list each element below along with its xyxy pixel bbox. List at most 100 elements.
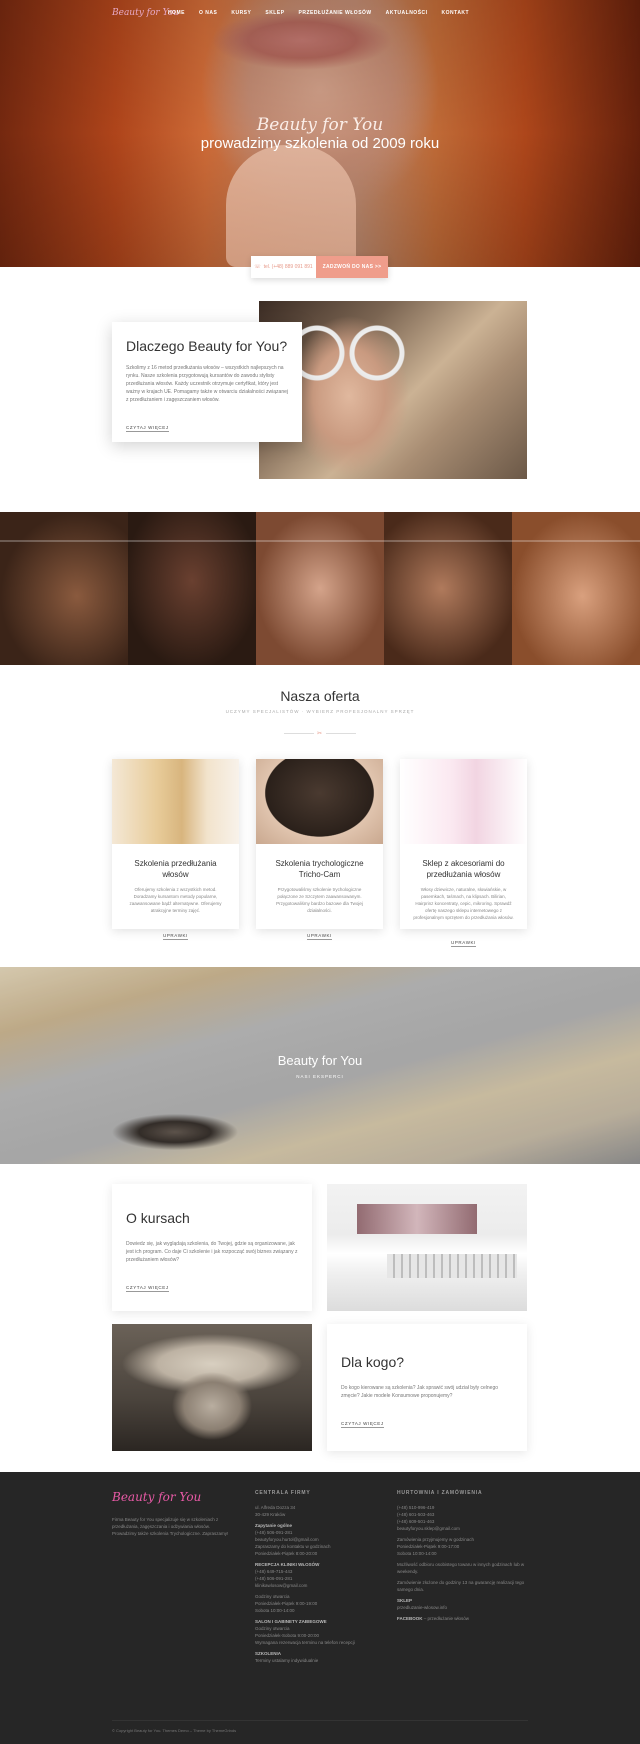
collage-photo-1 [0,512,128,665]
footer-salon-hours-label: Godziny otwarcia [255,1626,290,1631]
footer-training-note: Terminy ustalamy indywidualnie [255,1658,319,1663]
offer-more-link[interactable]: UPRAWKI [450,940,477,947]
footer-clinic-email[interactable]: klinikawlosow@gmail.com [255,1582,375,1589]
nav-item-home[interactable]: HOME [168,10,185,16]
collage-photo-2 [128,512,256,665]
footer-training-heading: SZKOLENIA [255,1651,282,1656]
footer-shop-heading: SKLEP [397,1598,413,1603]
footer-hq-heading: CENTRALA FIRMY [255,1490,311,1496]
offer-subtitle: UCZYMY SPECJALISTÓW · WYBIERZ PROFESJONA… [225,709,415,714]
courses-text: Dowiedz się, jak wyglądają szkolenia, do… [126,1241,298,1263]
footer-hq-general-heading: Zapytanie ogólne [255,1523,293,1528]
footer-facebook-link[interactable]: FACEBOOK – przedłużanie włosów [397,1615,527,1622]
scissors-icon: ✂ [317,731,323,737]
banner-title: Beauty for You [277,1053,363,1068]
offer-photo-shop [400,759,527,844]
footer-salon-heading: SALON I GABINETY ZABIEGOWE [255,1619,327,1624]
footer-shop-link[interactable]: przedluzanie-wlosow.info [397,1604,527,1611]
hero-script-title: Beauty for You [256,115,384,135]
footer-clinic-hours-2: Sobota 10:00-14:00 [255,1608,295,1613]
footer-orders-note: Zamówienia przyjmujemy w godzinach [397,1537,475,1542]
courses-read-more-link[interactable]: CZYTAJ WIĘCEJ [126,1285,169,1292]
footer-clinic-hours-1: Poniedziałek-Piątek 9:00-19:00 [255,1601,318,1606]
offer-card-extensions: Szkolenia przedłużania włosów Oferujemy … [112,759,239,940]
footer-wholesale-heading: HURTOWNIA I ZAMÓWIENIA [397,1490,483,1496]
offer-photo-trichology [256,759,383,844]
footer-hq-note: Zapraszamy do kontaktu w godzinach [255,1544,331,1549]
footer-salon-hours: Poniedziałek-Sobota 9:00-20:00 [255,1633,320,1638]
footer-col-about: Beauty for You Firma Beauty for You spec… [112,1490,232,1537]
footer-facebook-suffix: – przedłużanie włosów [422,1616,470,1621]
footer-sameday-note: Zamówienie złożone do godziny 13 na gwar… [397,1580,525,1592]
offer-photo-extensions [112,759,239,844]
footer-salon-note: Wymagana rezerwacja terminu na telefon r… [255,1640,355,1645]
models-collage [0,512,640,665]
courses-title: O kursach [126,1210,190,1226]
footer-logo[interactable]: Beauty for You [112,1490,232,1504]
offer-card-trichology: Szkolenia trychologiczne Tricho-Cam Przy… [256,759,383,940]
nav-item-przedluzanie[interactable]: PRZEDŁUŻANIE WŁOSÓW [299,10,372,16]
forwhom-read-more-link[interactable]: CZYTAJ WIĘCEJ [341,1421,384,1428]
offer-card-desc: Oferujemy szkolenia z wszystkich metod. … [129,887,222,913]
footer-clinic-phone-1[interactable]: (+48) 649-715-443 [255,1568,375,1575]
footer-divider [112,1720,528,1721]
nav-item-aktualnosci[interactable]: AKTUALNOŚCI [386,10,428,16]
footer-wholesale-phone-1[interactable]: (+48) 510-996-419 [397,1504,527,1511]
footer-wholesale-phone-2[interactable]: (+48) 601-503-463 [397,1511,527,1518]
copyright: © Copyright Beauty for You. Themes Demo … [112,1728,237,1733]
cta-phone-number: tel. (+48) 889 091 891 [263,264,313,270]
banner-subtitle: NASI EKSPERCI [296,1074,344,1079]
forwhom-card: Dla kogo? Do kogo kierowane są szkolenia… [327,1324,527,1451]
footer-hq-email[interactable]: beautyforyou.hurtol@gmail.com [255,1536,375,1543]
forwhom-text: Do kogo kierowane są szkolenia? Jak spra… [341,1385,499,1399]
collage-photo-3 [256,512,384,665]
offer-card-desc: Przygotowaliśmy szkolenie trychologiczne… [276,887,363,913]
footer-wholesale-phone-3[interactable]: (+48) 609-501-463 [397,1518,527,1525]
offer-divider: ✂ [284,730,356,737]
hero-photo-hand [226,145,356,267]
footer-about-text: Firma Beauty for You specjalizuje się w … [112,1517,229,1536]
offer-more-link[interactable]: UPRAWKI [162,933,189,940]
footer-clinic-heading: RECEPCJA KLINIKI WŁOSÓW [255,1562,320,1567]
footer-col-hq: CENTRALA FIRMY ul. Alfreda Dozza 34 30-4… [255,1490,375,1664]
footer-hq-hours: Poniedziałek-Piątek 8:00-20:00 [255,1551,318,1556]
nav-item-sklep[interactable]: SKLEP [265,10,284,16]
collage-divider [0,540,640,542]
model-hat-photo [112,1324,312,1451]
footer-hq-address-1: ul. Alfreda Dozza 34 [255,1505,296,1510]
why-title: Dlaczego Beauty for You? [126,338,288,354]
footer-clinic-hours-label: Godziny otwarcia [255,1594,290,1599]
offer-card-title: Sklep z akcesoriami do przedłużania włos… [422,859,505,879]
offer-card-shop: Sklep z akcesoriami do przedłużania włos… [400,759,527,947]
salon-photo [327,1184,527,1311]
footer-orders-hours-1: Poniedziałek-Piątek 9:00-17:00 [397,1544,460,1549]
nav-menu: HOME O NAS KURSY SKLEP PRZEDŁUŻANIE WŁOS… [168,10,469,16]
why-card: Dlaczego Beauty for You? Szkolimy z 16 m… [112,322,302,442]
collage-photo-5 [512,512,640,665]
footer-clinic-phone-2[interactable]: (+48) 506-091-281 [255,1575,375,1582]
collage-photo-4 [384,512,512,665]
offer-title: Nasza oferta [280,688,360,704]
cta-bar: ☏ tel. (+48) 889 091 891 ZADZWOŃ DO NAS … [251,256,388,278]
offer-card-title: Szkolenia trychologiczne Tricho-Cam [275,859,364,879]
nav-item-kursy[interactable]: KURSY [231,10,251,16]
why-text: Szkolimy z 16 metod przedłużania włosów … [126,365,289,403]
why-read-more-link[interactable]: CZYTAJ WIĘCEJ [126,425,169,432]
phone-icon: ☏ [254,264,261,270]
footer-wholesale-email[interactable]: beautyforyou.sklep@gmail.com [397,1525,527,1532]
offer-card-title: Szkolenia przedłużania włosów [134,859,217,879]
hero-title: prowadzimy szkolenia od 2009 roku [200,135,440,152]
nav-item-kontakt[interactable]: KONTAKT [442,10,470,16]
nav-item-o-nas[interactable]: O NAS [199,10,217,16]
call-us-button[interactable]: ZADZWOŃ DO NAS >> [316,256,388,278]
footer-hq-phone[interactable]: (+48) 506-091-281 [255,1529,375,1536]
offer-more-link[interactable]: UPRAWKI [306,933,333,940]
courses-card: O kursach Dowiedz się, jak wyglądają szk… [112,1184,312,1311]
footer-pickup-note: Możliwość odbioru osobistego towaru w in… [397,1562,525,1574]
forwhom-title: Dla kogo? [341,1354,405,1370]
cta-phone[interactable]: ☏ tel. (+48) 889 091 891 [251,256,316,278]
footer-facebook-label: FACEBOOK [397,1616,423,1621]
footer-hq-address-2: 30-429 Kraków [255,1512,286,1517]
offer-card-desc: Włosy dziewicze, naturalne, słowiańskie,… [413,887,514,920]
footer-orders-hours-2: Sobota 10:00-14:00 [397,1551,437,1556]
